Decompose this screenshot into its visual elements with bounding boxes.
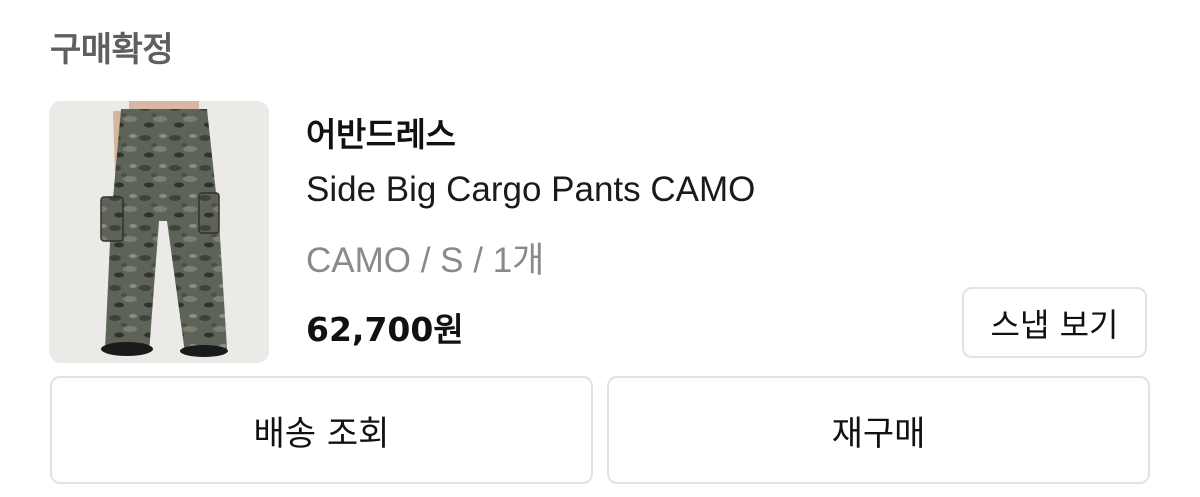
product-option: CAMO / S / 1개 [306,241,545,280]
brand-name[interactable]: 어반드레스 [306,108,456,156]
order-status-title: 구매확정 [50,30,174,70]
repurchase-button[interactable]: 재구매 [607,376,1150,484]
product-name[interactable]: Side Big Cargo Pants CAMO [306,170,755,210]
camo-pants-image [49,101,269,363]
view-snap-button[interactable]: 스냅 보기 [962,287,1147,358]
track-delivery-button[interactable]: 배송 조회 [50,376,593,484]
product-price: 62,700원 [306,310,464,349]
product-thumbnail[interactable] [49,101,269,363]
